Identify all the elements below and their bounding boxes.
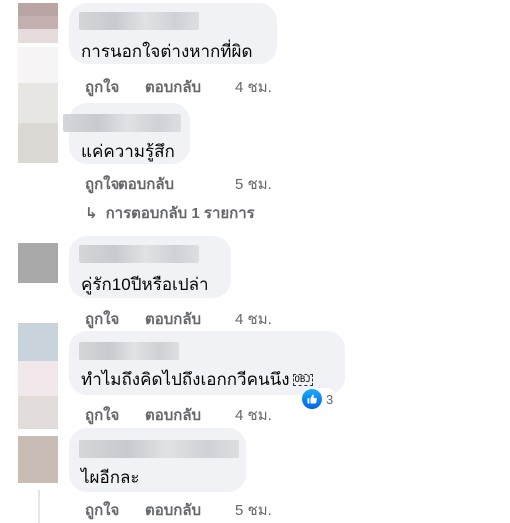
- like-button[interactable]: ถูกใจ: [85, 307, 119, 331]
- comment-text: ทำไมถึงคิดไปถึงเอกกวีคนนึง OBJ: [81, 366, 313, 393]
- comment-bubble[interactable]: ทำไมถึงคิดไปถึงเอกกวีคนนึง OBJ: [69, 331, 345, 395]
- view-replies-link[interactable]: ↳ การตอบกลับ 1 รายการ: [85, 201, 255, 225]
- timestamp[interactable]: 5 ชม.: [235, 498, 272, 522]
- comment-text-body: ทำไมถึงคิดไปถึงเอกกวีคนนึง: [81, 370, 290, 389]
- comment-text: ไผอีกละ: [81, 468, 140, 487]
- like-button[interactable]: ถูกใจ: [85, 172, 119, 196]
- timestamp[interactable]: 4 ชม.: [235, 75, 272, 99]
- avatar[interactable]: [18, 436, 58, 483]
- like-button[interactable]: ถูกใจ: [85, 403, 119, 427]
- comment-bubble[interactable]: การนอกใจต่างหากที่ผิด: [69, 3, 277, 64]
- reply-button[interactable]: ตอบกลับ: [145, 498, 201, 522]
- reply-button[interactable]: ตอบกลับ: [145, 75, 201, 99]
- commenter-name[interactable]: [79, 245, 199, 263]
- reply-button[interactable]: ตอบกลับ: [145, 307, 201, 331]
- comment-bubble[interactable]: ไผอีกละ: [69, 428, 246, 492]
- commenter-name[interactable]: [79, 12, 199, 30]
- timestamp[interactable]: 5 ชม.: [235, 172, 272, 196]
- like-button[interactable]: ถูกใจ: [85, 498, 119, 522]
- reply-arrow-icon: ↳: [85, 205, 98, 222]
- avatar[interactable]: [18, 3, 58, 43]
- like-button[interactable]: ถูกใจ: [85, 75, 119, 99]
- comment-text: คู่รัก10ปีหรือเปล่า: [81, 275, 209, 294]
- reply-button[interactable]: ตอบกลับ: [118, 172, 174, 196]
- avatar[interactable]: [18, 243, 58, 283]
- commenter-name[interactable]: [79, 440, 239, 458]
- thread-line: [38, 490, 40, 523]
- commenter-name[interactable]: [79, 342, 179, 360]
- avatar: [18, 47, 58, 83]
- reply-button[interactable]: ตอบกลับ: [145, 403, 201, 427]
- avatar[interactable]: [18, 83, 58, 163]
- view-replies-label: การตอบกลับ 1 รายการ: [105, 205, 255, 222]
- timestamp[interactable]: 4 ชม.: [235, 403, 272, 427]
- avatar[interactable]: [18, 323, 58, 429]
- comment-text: การนอกใจต่างหากที่ผิด: [81, 42, 253, 61]
- reaction-summary[interactable]: 3: [302, 388, 338, 410]
- commenter-name[interactable]: [63, 114, 181, 132]
- comment-text: แค่ความรู้สึก: [81, 142, 175, 161]
- timestamp[interactable]: 4 ชม.: [235, 307, 272, 331]
- like-icon: [302, 389, 322, 409]
- comment-bubble[interactable]: คู่รัก10ปีหรือเปล่า: [69, 236, 231, 298]
- emoji-placeholder: OBJ: [292, 374, 313, 386]
- reaction-count: 3: [326, 391, 334, 407]
- comment-bubble[interactable]: แค่ความรู้สึก: [63, 103, 190, 164]
